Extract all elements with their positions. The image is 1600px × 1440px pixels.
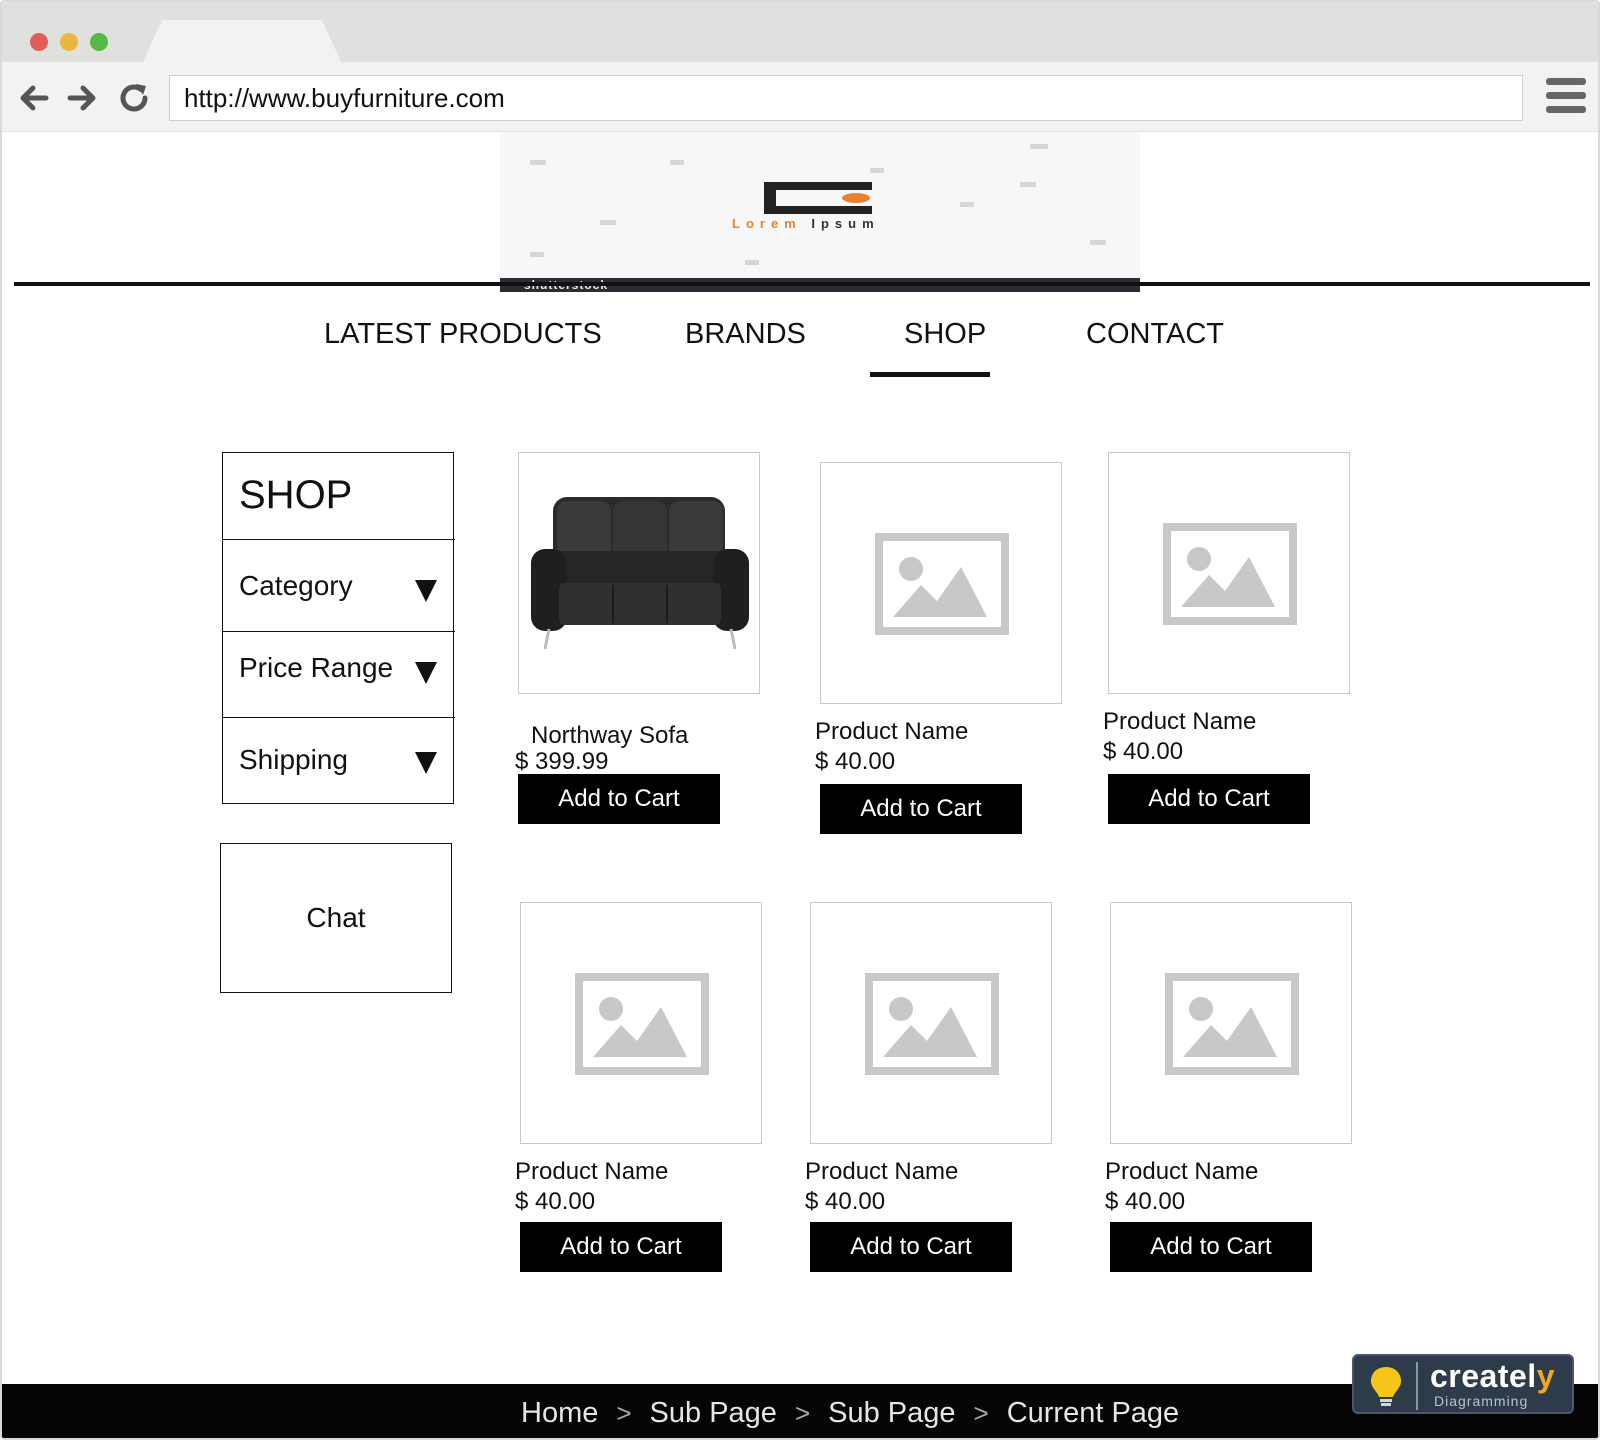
- company-logo-icon: [764, 182, 872, 214]
- shop-filter-panel: SHOP Category Price Range Shipping: [222, 452, 455, 804]
- logo-banner: Lorem Ipsum shutterstock: [500, 132, 1140, 292]
- add-to-cart-button[interactable]: Add to Cart: [518, 774, 720, 824]
- product-name[interactable]: Product Name: [805, 1158, 958, 1186]
- image-placeholder-icon: [875, 533, 1009, 635]
- breadcrumb-current-page: Current Page: [1006, 1397, 1180, 1429]
- creately-wordmark-end: y: [1536, 1358, 1555, 1394]
- product-image[interactable]: [1108, 452, 1350, 694]
- product-name[interactable]: Product Name: [815, 718, 968, 746]
- creately-wordmark-main: createl: [1430, 1358, 1537, 1394]
- nav-latest-products[interactable]: LATEST PRODUCTS: [324, 318, 602, 351]
- reload-icon[interactable]: [116, 80, 152, 116]
- product-name[interactable]: Product Name: [515, 1158, 668, 1186]
- nav-shop[interactable]: SHOP: [904, 318, 986, 351]
- product-image[interactable]: [518, 452, 760, 694]
- header-divider: [14, 282, 1590, 286]
- product-price: $ 40.00: [1105, 1188, 1186, 1215]
- creately-wordmark: creately: [1430, 1358, 1555, 1395]
- product-price: $ 40.00: [515, 1188, 596, 1215]
- product-image[interactable]: [1110, 902, 1352, 1144]
- browser-toolbar: http://www.buyfurniture.com: [2, 62, 1598, 132]
- nav-active-indicator: [870, 372, 990, 377]
- filter-category-label: Category: [239, 570, 353, 601]
- breadcrumb-separator: >: [794, 1398, 811, 1428]
- nav-contact[interactable]: CONTACT: [1086, 318, 1224, 351]
- product-name[interactable]: Product Name: [1103, 708, 1256, 736]
- hamburger-menu-icon[interactable]: [1546, 76, 1586, 116]
- add-to-cart-button[interactable]: Add to Cart: [1108, 774, 1310, 824]
- close-window-button[interactable]: [30, 33, 48, 51]
- product-name[interactable]: Product Name: [1105, 1158, 1258, 1186]
- nav-brands[interactable]: BRANDS: [685, 318, 806, 351]
- logo-word-ipsum: Ipsum: [811, 216, 880, 231]
- chat-button[interactable]: Chat: [220, 843, 452, 993]
- badge-divider: [1416, 1362, 1418, 1410]
- minimize-window-button[interactable]: [60, 33, 78, 51]
- breadcrumb-sub-page[interactable]: Sub Page: [650, 1397, 777, 1429]
- image-placeholder-icon: [1165, 973, 1299, 1075]
- product-price: $ 399.99: [515, 748, 609, 775]
- add-to-cart-button[interactable]: Add to Cart: [820, 784, 1022, 834]
- filter-shipping[interactable]: Shipping: [223, 717, 455, 803]
- image-placeholder-icon: [575, 973, 709, 1075]
- breadcrumb-sub-page[interactable]: Sub Page: [828, 1397, 955, 1429]
- dropdown-triangle-icon: [415, 580, 437, 602]
- product-image[interactable]: [520, 902, 762, 1144]
- filter-category[interactable]: Category: [223, 539, 455, 631]
- url-input[interactable]: http://www.buyfurniture.com: [169, 75, 1523, 121]
- forward-arrow-icon[interactable]: [64, 80, 100, 116]
- browser-window: http://www.buyfurniture.com Lorem Ipsum …: [0, 0, 1600, 1440]
- filter-price-range-label: Price Range: [239, 652, 394, 683]
- maximize-window-button[interactable]: [90, 33, 108, 51]
- logo-word-lorem: Lorem: [732, 216, 802, 231]
- creately-tagline: Diagramming: [1434, 1393, 1529, 1409]
- lightbulb-icon: [1371, 1367, 1401, 1406]
- filter-price-range[interactable]: Price Range: [223, 631, 455, 717]
- main-navigation: LATEST PRODUCTS BRANDS SHOP CONTACT: [2, 318, 1598, 378]
- product-image[interactable]: [820, 462, 1062, 704]
- filter-shipping-label: Shipping: [239, 744, 348, 775]
- back-arrow-icon[interactable]: [16, 80, 52, 116]
- add-to-cart-button[interactable]: Add to Cart: [520, 1222, 722, 1272]
- sofa-image-icon: [531, 497, 749, 650]
- breadcrumb-separator: >: [616, 1398, 632, 1428]
- add-to-cart-button[interactable]: Add to Cart: [1110, 1222, 1312, 1272]
- product-image[interactable]: [810, 902, 1052, 1144]
- shop-panel-title: SHOP: [239, 473, 353, 517]
- browser-tab[interactable]: [142, 20, 342, 64]
- breadcrumb: Home > Sub Page > Sub Page > Current Page: [521, 1384, 1180, 1438]
- product-price: $ 40.00: [1103, 738, 1184, 765]
- browser-title-bar: [2, 2, 1598, 64]
- dropdown-triangle-icon: [415, 662, 437, 684]
- breadcrumb-separator: >: [973, 1398, 989, 1428]
- image-placeholder-icon: [1163, 523, 1297, 625]
- product-price: $ 40.00: [815, 748, 896, 775]
- dropdown-triangle-icon: [415, 752, 437, 774]
- image-placeholder-icon: [865, 973, 999, 1075]
- breadcrumb-home[interactable]: Home: [521, 1397, 598, 1429]
- add-to-cart-button[interactable]: Add to Cart: [810, 1222, 1012, 1272]
- product-name[interactable]: Northway Sofa: [531, 722, 688, 750]
- product-price: $ 40.00: [805, 1188, 886, 1215]
- logo-wordmark: Lorem Ipsum: [732, 216, 880, 231]
- creately-badge[interactable]: creately Diagramming: [1352, 1354, 1574, 1414]
